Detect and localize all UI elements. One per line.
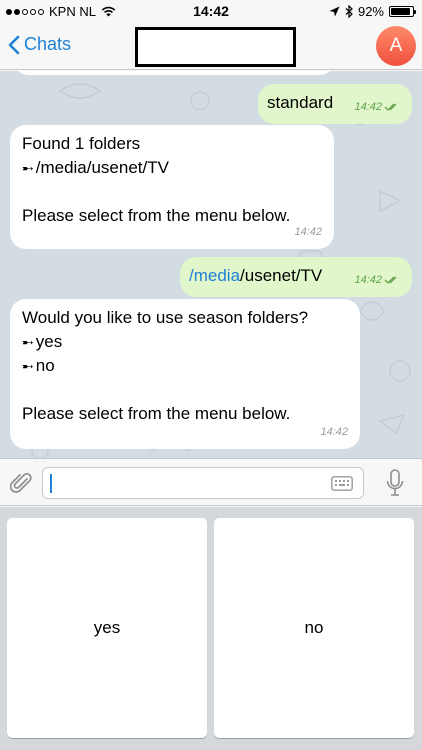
battery-fill	[391, 8, 411, 15]
message-input[interactable]	[42, 467, 364, 499]
double-check-icon	[384, 276, 397, 284]
message-line: Please select from the menu below.	[22, 404, 291, 423]
folder-path: /media/usenet/TV	[35, 158, 169, 177]
avatar-letter: A	[389, 35, 403, 56]
message-line-blank	[22, 378, 308, 402]
keyboard-icon[interactable]	[331, 476, 353, 491]
arrow-bullet-icon: ➸	[22, 358, 34, 374]
message-time: 14:42	[354, 268, 400, 292]
location-arrow-icon	[329, 6, 340, 17]
back-button[interactable]: Chats	[8, 34, 71, 55]
option-text: no	[35, 356, 55, 375]
arrow-bullet-icon: ➸	[22, 160, 34, 176]
keyboard-button-no[interactable]: no	[214, 518, 414, 738]
status-bar: KPN NL 14:42 92%	[0, 0, 422, 22]
message-line: Found 1 folders	[22, 134, 141, 153]
arrow-bullet-icon: ➸	[22, 334, 34, 350]
battery-percent: 92%	[357, 4, 384, 19]
incoming-message[interactable]: Found 1 folders ➸/media/usenet/TV Please…	[10, 125, 334, 249]
message-time-label: 14:42	[354, 101, 382, 113]
message-line: Please select from the menu below.	[22, 206, 291, 225]
message-input-bar	[0, 458, 422, 506]
path-link[interactable]: /media	[189, 266, 240, 285]
reply-keyboard: yes no	[0, 507, 422, 750]
status-right: 92%	[329, 4, 416, 19]
previous-message-bubble	[14, 71, 334, 75]
keyboard-button-yes[interactable]: yes	[7, 518, 207, 738]
chat-title-redacted[interactable]	[135, 27, 296, 67]
path-rest: /usenet/TV	[240, 266, 323, 285]
double-check-icon	[384, 103, 397, 111]
option-text: yes	[35, 332, 63, 351]
message-text: standard	[267, 93, 334, 112]
bluetooth-icon	[345, 5, 353, 18]
battery-icon	[389, 6, 416, 17]
navigation-bar: Chats A	[0, 22, 422, 70]
message-line: ➸ yes	[22, 330, 308, 354]
message-text: /media/usenet/TV	[189, 264, 322, 288]
paperclip-icon[interactable]	[10, 470, 34, 496]
message-line: ➸/media/usenet/TV	[22, 156, 290, 180]
outgoing-message[interactable]: /media/usenet/TV 14:42	[180, 257, 412, 297]
avatar[interactable]: A	[376, 26, 416, 66]
back-label: Chats	[24, 34, 72, 54]
chevron-left-icon	[8, 35, 20, 54]
message-time: 14:42	[294, 226, 322, 238]
message-time: 14:42	[354, 95, 400, 119]
message-line-blank	[22, 180, 290, 204]
text-caret	[50, 474, 52, 493]
message-line: ➸ no	[22, 354, 308, 378]
message-line: Would you like to use season folders?	[22, 308, 309, 327]
chat-area[interactable]: standard 14:42 Found 1 folders ➸/media/u…	[0, 71, 422, 458]
incoming-message[interactable]: Would you like to use season folders? ➸ y…	[10, 299, 360, 449]
outgoing-message[interactable]: standard 14:42	[258, 84, 412, 124]
message-time: 14:42	[320, 426, 348, 438]
microphone-icon[interactable]	[386, 469, 404, 497]
message-time-label: 14:42	[354, 274, 382, 286]
